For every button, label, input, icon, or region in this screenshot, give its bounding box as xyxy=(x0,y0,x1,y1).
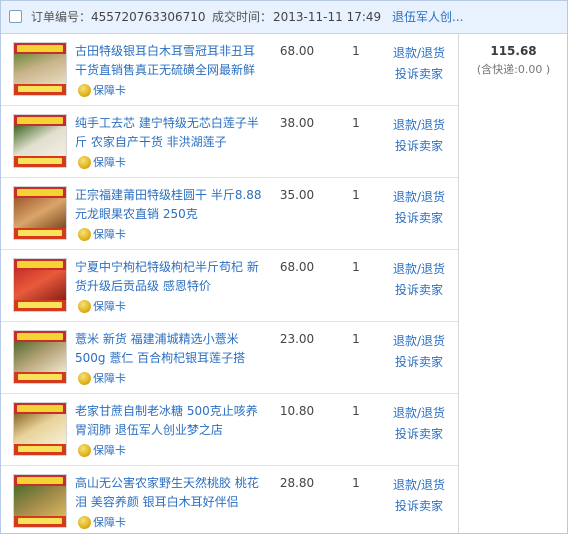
shield-icon xyxy=(78,84,91,97)
order-header: 订单编号： 455720763306710 成交时间： 2013-11-11 1… xyxy=(1,1,567,34)
order-number-label: 订单编号： xyxy=(31,10,92,24)
refund-return-link[interactable]: 退款/退货 xyxy=(387,190,451,204)
product-thumbnail[interactable] xyxy=(13,402,67,456)
refund-return-link[interactable]: 退款/退货 xyxy=(387,118,451,132)
product-title-link[interactable]: 纯手工去芯 建宁特级无芯白莲子半斤 农家自产干货 非洪湖莲子 xyxy=(75,114,265,152)
order-card: 订单编号： 455720763306710 成交时间： 2013-11-11 1… xyxy=(0,0,568,534)
item-quantity: 1 xyxy=(352,476,360,490)
complain-seller-link[interactable]: 投诉卖家 xyxy=(387,427,451,441)
shield-icon xyxy=(78,444,91,457)
item-price: 28.80 xyxy=(279,476,315,490)
guarantee-card-label: 保障卡 xyxy=(93,228,126,241)
item-price: 23.00 xyxy=(279,332,315,346)
complain-seller-link[interactable]: 投诉卖家 xyxy=(387,283,451,297)
refund-return-link[interactable]: 退款/退货 xyxy=(387,478,451,492)
product-title-link[interactable]: 老家甘蔗自制老冰糖 500克止咳养胃润肺 退伍军人创业梦之店 xyxy=(75,402,265,440)
product-title-link[interactable]: 高山无公害农家野生天然桃胶 桃花泪 美容养颜 银耳白木耳好伴侣 xyxy=(75,474,265,512)
order-item: 薏米 新货 福建浦城精选小薏米500g 薏仁 百合枸杞银耳莲子搭 保障卡 23.… xyxy=(1,322,458,394)
product-thumbnail[interactable] xyxy=(13,42,67,96)
item-quantity: 1 xyxy=(352,404,360,418)
order-item: 古田特级银耳白木耳雪冠耳非丑耳干货直销售真正无硫磺全网最新鲜 保障卡 68.00… xyxy=(1,34,458,106)
order-item: 宁夏中宁枸杞特级枸杞半斤苟杞 新货升级后贡品级 感恩特价 保障卡 68.00 1… xyxy=(1,250,458,322)
guarantee-card-label: 保障卡 xyxy=(93,156,126,169)
refund-return-link[interactable]: 退款/退货 xyxy=(387,262,451,276)
product-title-link[interactable]: 古田特级银耳白木耳雪冠耳非丑耳干货直销售真正无硫磺全网最新鲜 xyxy=(75,42,265,80)
order-total: 115.68 xyxy=(490,44,537,58)
order-summary: 115.68 (含快递:0.00 ) xyxy=(458,34,567,533)
complain-seller-link[interactable]: 投诉卖家 xyxy=(387,139,451,153)
refund-return-link[interactable]: 退款/退货 xyxy=(387,46,451,60)
product-thumbnail[interactable] xyxy=(13,258,67,312)
product-thumbnail[interactable] xyxy=(13,114,67,168)
shield-icon xyxy=(78,516,91,529)
deal-time-label: 成交时间： xyxy=(212,10,273,24)
item-quantity: 1 xyxy=(352,188,360,202)
shield-icon xyxy=(78,300,91,313)
complain-seller-link[interactable]: 投诉卖家 xyxy=(387,355,451,369)
item-price: 68.00 xyxy=(279,44,315,58)
complain-seller-link[interactable]: 投诉卖家 xyxy=(387,211,451,225)
guarantee-card-label: 保障卡 xyxy=(93,444,126,457)
refund-return-link[interactable]: 退款/退货 xyxy=(387,406,451,420)
order-item: 高山无公害农家野生天然桃胶 桃花泪 美容养颜 银耳白木耳好伴侣 保障卡 28.8… xyxy=(1,466,458,533)
item-price: 38.00 xyxy=(279,116,315,130)
order-item: 老家甘蔗自制老冰糖 500克止咳养胃润肺 退伍军人创业梦之店 保障卡 10.80… xyxy=(1,394,458,466)
shipping-note: (含快递:0.00 ) xyxy=(476,63,551,76)
item-quantity: 1 xyxy=(352,116,360,130)
item-quantity: 1 xyxy=(352,332,360,346)
item-price: 35.00 xyxy=(279,188,315,202)
guarantee-card-label: 保障卡 xyxy=(93,372,126,385)
order-item: 正宗福建莆田特级桂圆干 半斤8.88元龙眼果农直销 250克 保障卡 35.00… xyxy=(1,178,458,250)
guarantee-card-label: 保障卡 xyxy=(93,84,126,97)
guarantee-card-label: 保障卡 xyxy=(93,300,126,313)
complain-seller-link[interactable]: 投诉卖家 xyxy=(387,499,451,513)
product-thumbnail[interactable] xyxy=(13,186,67,240)
product-title-link[interactable]: 宁夏中宁枸杞特级枸杞半斤苟杞 新货升级后贡品级 感恩特价 xyxy=(75,258,265,296)
shop-link[interactable]: 退伍军人创... xyxy=(392,10,463,24)
item-quantity: 1 xyxy=(352,260,360,274)
product-title-link[interactable]: 正宗福建莆田特级桂圆干 半斤8.88元龙眼果农直销 250克 xyxy=(75,186,265,224)
order-number: 455720763306710 xyxy=(91,10,206,24)
deal-time: 2013-11-11 17:49 xyxy=(273,10,382,24)
shield-icon xyxy=(78,372,91,385)
shield-icon xyxy=(78,228,91,241)
shield-icon xyxy=(78,156,91,169)
product-title-link[interactable]: 薏米 新货 福建浦城精选小薏米500g 薏仁 百合枸杞银耳莲子搭 xyxy=(75,330,265,368)
item-price: 10.80 xyxy=(279,404,315,418)
order-items: 古田特级银耳白木耳雪冠耳非丑耳干货直销售真正无硫磺全网最新鲜 保障卡 68.00… xyxy=(1,34,458,533)
product-thumbnail[interactable] xyxy=(13,474,67,528)
complain-seller-link[interactable]: 投诉卖家 xyxy=(387,67,451,81)
order-checkbox[interactable] xyxy=(9,10,22,23)
product-thumbnail[interactable] xyxy=(13,330,67,384)
order-item: 纯手工去芯 建宁特级无芯白莲子半斤 农家自产干货 非洪湖莲子 保障卡 38.00… xyxy=(1,106,458,178)
refund-return-link[interactable]: 退款/退货 xyxy=(387,334,451,348)
guarantee-card-label: 保障卡 xyxy=(93,516,126,529)
item-price: 68.00 xyxy=(279,260,315,274)
item-quantity: 1 xyxy=(352,44,360,58)
